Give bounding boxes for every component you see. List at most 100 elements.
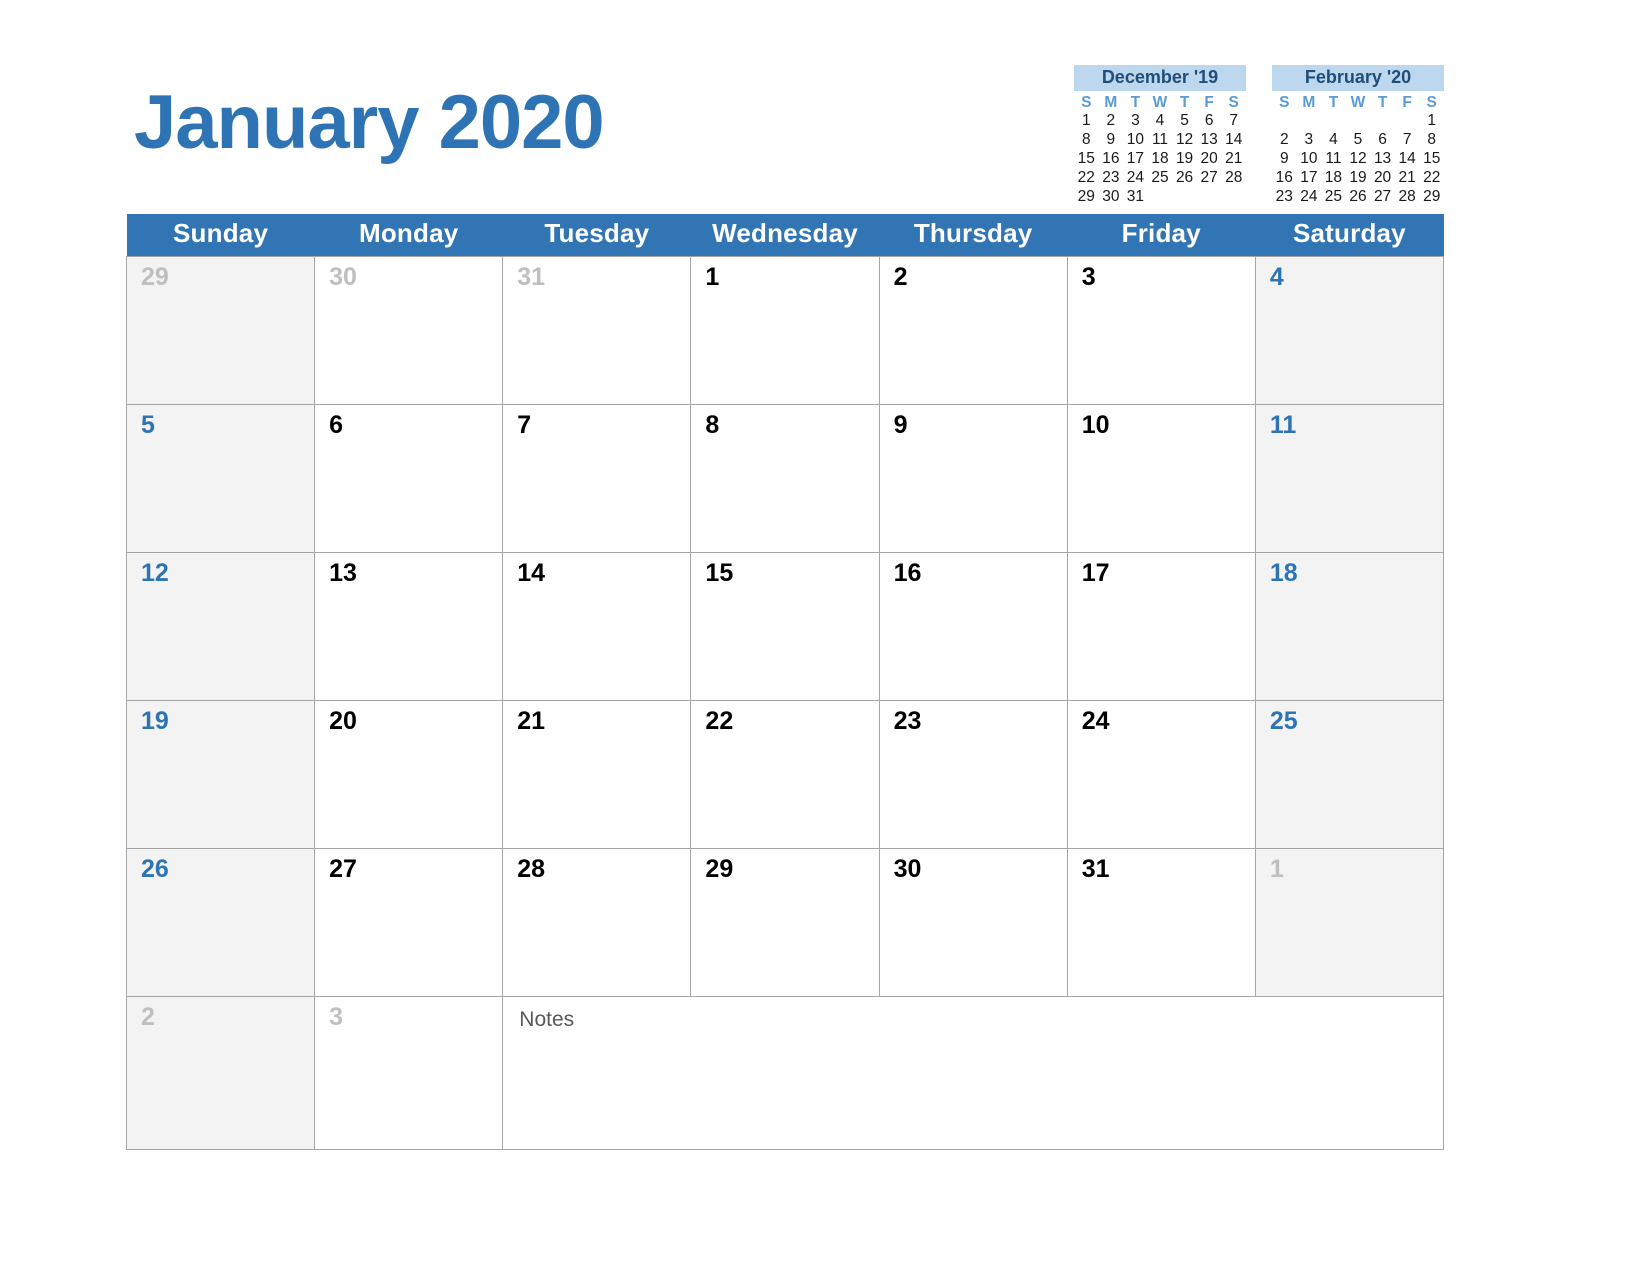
mini-day-number[interactable]: 30 <box>1099 188 1124 207</box>
mini-day-number[interactable]: 27 <box>1197 169 1222 188</box>
mini-day-number[interactable]: 23 <box>1099 169 1124 188</box>
day-cell[interactable]: 18 <box>1254 552 1445 701</box>
mini-day-number[interactable]: 19 <box>1346 169 1371 188</box>
day-cell[interactable]: 29 <box>125 256 316 405</box>
mini-day-number[interactable]: 11 <box>1148 131 1173 150</box>
mini-day-number[interactable]: 2 <box>1099 112 1124 131</box>
mini-day-number[interactable]: 8 <box>1419 131 1444 150</box>
mini-day-number[interactable]: 29 <box>1074 188 1099 207</box>
mini-day-number[interactable]: 6 <box>1197 112 1222 131</box>
mini-day-number[interactable]: 22 <box>1074 169 1099 188</box>
day-cell[interactable]: 3 <box>1066 256 1256 405</box>
mini-day-number[interactable]: 11 <box>1321 150 1346 169</box>
notes-area[interactable]: Notes <box>502 996 1444 1150</box>
mini-day-number[interactable]: 15 <box>1419 150 1444 169</box>
day-cell[interactable]: 7 <box>502 404 692 553</box>
mini-day-number[interactable]: 20 <box>1197 150 1222 169</box>
weekday-header-row: Sunday Monday Tuesday Wednesday Thursday Frid… <box>126 214 1444 257</box>
mini-day-number[interactable]: 12 <box>1346 150 1371 169</box>
day-cell[interactable]: 1 <box>1254 848 1445 997</box>
mini-day-number[interactable]: 4 <box>1148 112 1173 131</box>
day-cell[interactable]: 22 <box>690 700 880 849</box>
day-cell[interactable]: 28 <box>502 848 692 997</box>
day-cell[interactable]: 9 <box>878 404 1068 553</box>
mini-day-number[interactable]: 26 <box>1172 169 1197 188</box>
mini-day-number[interactable]: 18 <box>1148 150 1173 169</box>
day-cell[interactable]: 4 <box>1254 256 1445 405</box>
day-cell[interactable]: 12 <box>125 552 316 701</box>
day-cell[interactable]: 19 <box>125 700 316 849</box>
mini-day-number[interactable]: 3 <box>1123 112 1148 131</box>
mini-day-number[interactable]: 28 <box>1221 169 1246 188</box>
day-cell[interactable]: 6 <box>314 404 504 553</box>
mini-day-number[interactable]: 17 <box>1123 150 1148 169</box>
day-cell[interactable]: 26 <box>125 848 316 997</box>
mini-day-number[interactable]: 13 <box>1370 150 1395 169</box>
day-cell[interactable]: 13 <box>314 552 504 701</box>
mini-day-number[interactable]: 23 <box>1272 188 1297 207</box>
day-cell[interactable]: 10 <box>1066 404 1256 553</box>
mini-day-number[interactable]: 29 <box>1419 188 1444 207</box>
mini-day-number[interactable]: 6 <box>1370 131 1395 150</box>
day-cell[interactable]: 15 <box>690 552 880 701</box>
mini-day-number[interactable]: 25 <box>1148 169 1173 188</box>
day-cell[interactable]: 25 <box>1254 700 1445 849</box>
mini-day-number[interactable]: 16 <box>1272 169 1297 188</box>
mini-day-number[interactable]: 2 <box>1272 131 1297 150</box>
mini-day-number[interactable]: 9 <box>1099 131 1124 150</box>
day-cell[interactable]: 3 <box>314 996 504 1150</box>
day-cell[interactable]: 5 <box>125 404 316 553</box>
mini-day-number[interactable]: 5 <box>1172 112 1197 131</box>
day-cell[interactable]: 31 <box>502 256 692 405</box>
day-cell[interactable]: 27 <box>314 848 504 997</box>
mini-day-number[interactable]: 25 <box>1321 188 1346 207</box>
mini-day-number[interactable]: 8 <box>1074 131 1099 150</box>
mini-day-number[interactable]: 19 <box>1172 150 1197 169</box>
mini-day-number[interactable]: 17 <box>1297 169 1322 188</box>
day-cell[interactable]: 20 <box>314 700 504 849</box>
day-cell[interactable]: 16 <box>878 552 1068 701</box>
mini-day-number[interactable]: 7 <box>1221 112 1246 131</box>
mini-day-number[interactable]: 21 <box>1395 169 1420 188</box>
day-cell[interactable]: 1 <box>690 256 880 405</box>
day-cell[interactable]: 11 <box>1254 404 1445 553</box>
day-cell[interactable]: 14 <box>502 552 692 701</box>
mini-day-number[interactable]: 4 <box>1321 131 1346 150</box>
mini-day-number[interactable]: 27 <box>1370 188 1395 207</box>
mini-day-number[interactable]: 10 <box>1297 150 1322 169</box>
mini-day-number[interactable]: 9 <box>1272 150 1297 169</box>
day-cell[interactable]: 23 <box>878 700 1068 849</box>
day-cell[interactable]: 24 <box>1066 700 1256 849</box>
day-cell[interactable]: 30 <box>314 256 504 405</box>
day-cell[interactable]: 2 <box>878 256 1068 405</box>
mini-day-number[interactable]: 7 <box>1395 131 1420 150</box>
mini-day-number[interactable]: 21 <box>1221 150 1246 169</box>
day-cell[interactable]: 2 <box>125 996 316 1150</box>
day-cell[interactable]: 31 <box>1066 848 1256 997</box>
mini-day-number[interactable]: 1 <box>1419 112 1444 131</box>
day-cell[interactable]: 17 <box>1066 552 1256 701</box>
mini-day-number[interactable]: 3 <box>1297 131 1322 150</box>
mini-day-number[interactable]: 16 <box>1099 150 1124 169</box>
mini-day-number[interactable]: 5 <box>1346 131 1371 150</box>
mini-day-number[interactable]: 24 <box>1297 188 1322 207</box>
day-cell[interactable]: 8 <box>690 404 880 553</box>
mini-day-number[interactable]: 12 <box>1172 131 1197 150</box>
mini-day-number[interactable]: 31 <box>1123 188 1148 207</box>
mini-day-number[interactable]: 15 <box>1074 150 1099 169</box>
mini-day-number[interactable]: 22 <box>1419 169 1444 188</box>
day-cell[interactable]: 29 <box>690 848 880 997</box>
mini-day-number[interactable]: 10 <box>1123 131 1148 150</box>
mini-day-number[interactable]: 14 <box>1395 150 1420 169</box>
mini-day-number[interactable]: 28 <box>1395 188 1420 207</box>
mini-day-number[interactable]: 14 <box>1221 131 1246 150</box>
day-cell[interactable]: 21 <box>502 700 692 849</box>
mini-day-number[interactable]: 24 <box>1123 169 1148 188</box>
mini-day-number[interactable]: 26 <box>1346 188 1371 207</box>
day-number: 22 <box>705 707 734 735</box>
mini-day-number[interactable]: 18 <box>1321 169 1346 188</box>
day-cell[interactable]: 30 <box>878 848 1068 997</box>
mini-day-number[interactable]: 1 <box>1074 112 1099 131</box>
mini-day-number[interactable]: 20 <box>1370 169 1395 188</box>
mini-day-number[interactable]: 13 <box>1197 131 1222 150</box>
